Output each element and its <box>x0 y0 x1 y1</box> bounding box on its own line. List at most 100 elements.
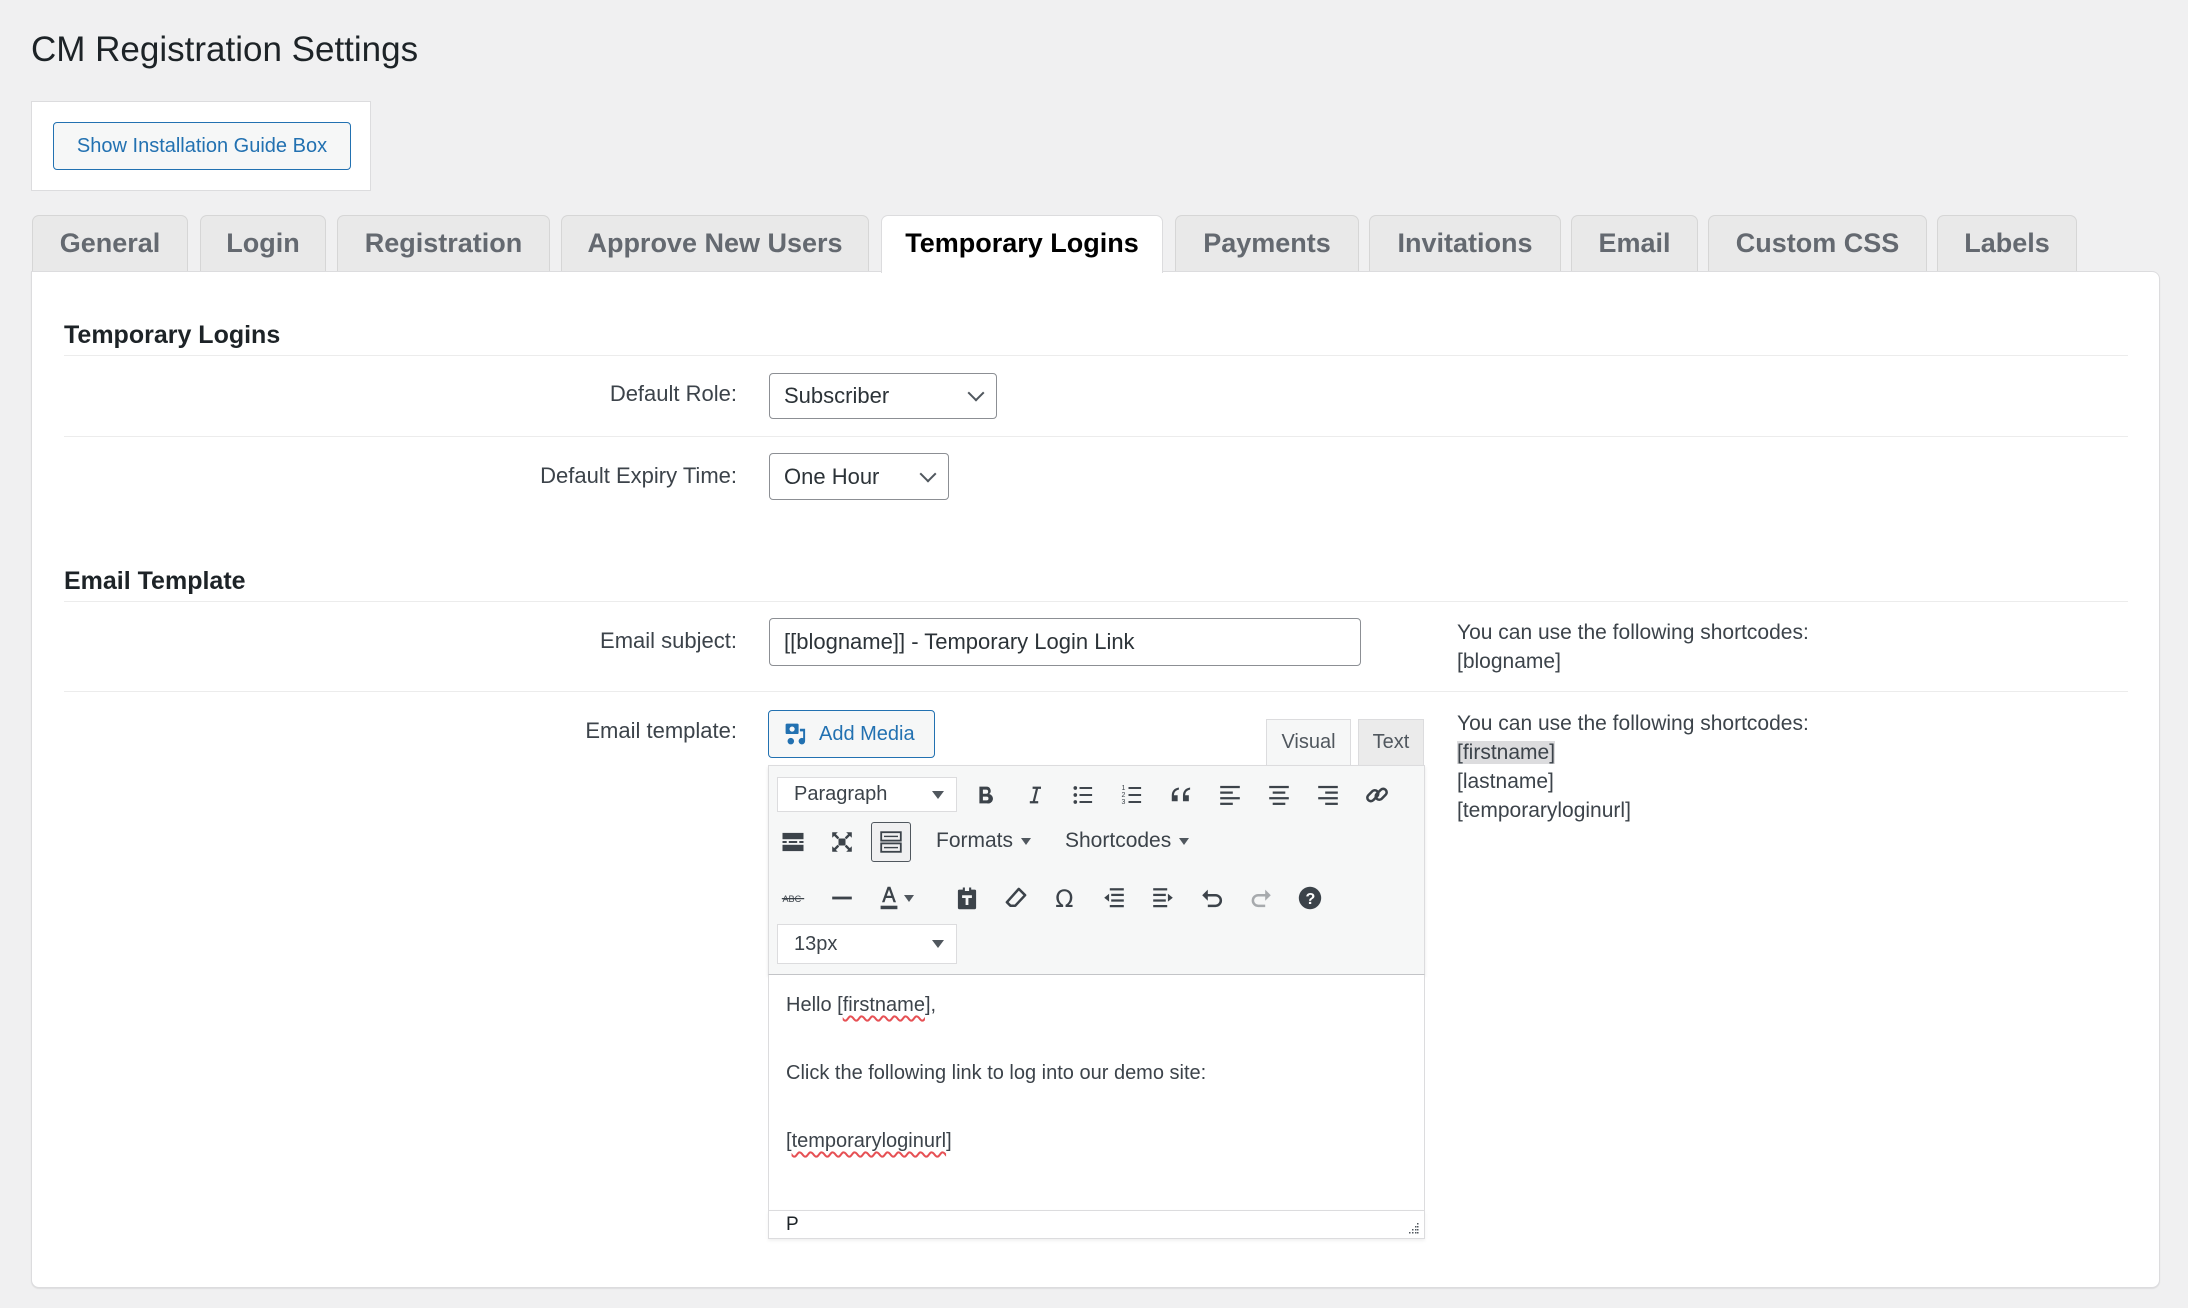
text: Hello <box>786 994 838 1016</box>
formats-menu[interactable]: Formats <box>936 829 1032 853</box>
email-subject-input[interactable]: [[blogname]] - Temporary Login Link <box>769 618 1361 666</box>
tab-label: Temporary Logins <box>905 228 1139 258</box>
font-size-select[interactable]: 13px <box>777 924 957 964</box>
link-icon[interactable] <box>1357 775 1397 815</box>
default-role-value: Subscriber <box>784 383 890 408</box>
default-expiry-value: One Hour <box>784 463 880 489</box>
horizontal-line-icon[interactable] <box>822 878 862 918</box>
shortcode-blogname: [blogname] <box>1457 650 1561 673</box>
email-template-editor[interactable]: Hello [firstname], Click the following l… <box>768 975 1425 1210</box>
tab-temporary-logins[interactable]: Temporary Logins <box>881 215 1163 273</box>
tab-payments[interactable]: Payments <box>1175 215 1359 272</box>
editor-line: Click the following link to log into our… <box>786 1062 1207 1084</box>
shortcode-text: temporaryloginurl <box>791 1130 947 1152</box>
show-installation-guide-button[interactable]: Show Installation Guide Box <box>53 122 351 170</box>
template-shortcodes-hint: You can use the following shortcodes: [f… <box>1457 709 1809 825</box>
shortcodes-menu[interactable]: Shortcodes <box>1065 829 1190 853</box>
tab-label: Visual <box>1281 731 1336 753</box>
italic-icon[interactable] <box>1014 775 1054 815</box>
default-expiry-select[interactable]: One Hour <box>769 453 949 500</box>
svg-text:3: 3 <box>1122 799 1126 806</box>
section-title-email-template: Email Template <box>64 567 246 595</box>
clear-formatting-icon[interactable] <box>996 878 1036 918</box>
editor-status-bar: P <box>768 1210 1425 1239</box>
dropdown-arrow-icon <box>932 940 944 948</box>
tab-label: Payments <box>1203 227 1331 258</box>
editor-line: Hello [firstname], <box>786 994 937 1016</box>
undo-icon[interactable] <box>1192 878 1232 918</box>
shortcode-lastname: [lastname] <box>1457 770 1554 793</box>
tab-labels[interactable]: Labels <box>1937 215 2077 272</box>
divider <box>64 601 2128 602</box>
divider <box>64 436 2128 437</box>
default-role-label: Default Role: <box>609 381 737 406</box>
special-character-icon[interactable]: Ω <box>1045 878 1085 918</box>
svg-text:2: 2 <box>1122 792 1126 799</box>
align-center-icon[interactable] <box>1259 775 1299 815</box>
fullscreen-icon[interactable] <box>822 822 862 862</box>
tab-general[interactable]: General <box>32 215 188 272</box>
default-role-select[interactable]: Subscriber <box>769 373 997 419</box>
align-left-icon[interactable] <box>1210 775 1250 815</box>
editor-line: [temporaryloginurl] <box>786 1127 1407 1156</box>
paragraph-format-select[interactable]: Paragraph <box>777 777 957 812</box>
indent-icon[interactable] <box>1143 878 1183 918</box>
bold-icon[interactable] <box>965 775 1005 815</box>
editor-toolbar: Paragraph 123 Formats Shortcodes ABC Ω ?… <box>768 765 1425 975</box>
tab-label: General <box>59 227 161 258</box>
tab-approve-new-users[interactable]: Approve New Users <box>561 215 869 272</box>
strikethrough-icon[interactable]: ABC <box>773 878 813 918</box>
resize-handle-icon[interactable] <box>1406 1221 1420 1235</box>
read-more-icon[interactable] <box>773 822 813 862</box>
align-right-icon[interactable] <box>1308 775 1348 815</box>
add-media-button[interactable]: Add Media <box>768 710 935 758</box>
divider <box>64 691 2128 692</box>
dropdown-arrow-icon <box>1021 837 1032 845</box>
section-title-temporary-logins: Temporary Logins <box>64 321 281 349</box>
format-value: Paragraph <box>794 783 888 805</box>
bullet-list-icon[interactable] <box>1063 775 1103 815</box>
paste-as-text-icon[interactable] <box>947 878 987 918</box>
subject-shortcodes-hint: You can use the following shortcodes: [b… <box>1457 618 1809 676</box>
shortcode-firstname: [firstname] <box>1457 741 1556 764</box>
tab-login[interactable]: Login <box>200 215 326 272</box>
editor-tab-text[interactable]: Text <box>1358 719 1424 765</box>
toolbar-toggle-icon[interactable] <box>871 822 911 862</box>
tab-label: Login <box>226 227 300 258</box>
email-subject-value: [[blogname]] - Temporary Login Link <box>784 629 1135 654</box>
page-title: CM Registration Settings <box>31 30 419 69</box>
tab-registration[interactable]: Registration <box>337 215 550 272</box>
text-color-dropdown-icon[interactable] <box>899 878 919 918</box>
text: , <box>930 994 937 1016</box>
default-expiry-label: Default Expiry Time: <box>540 463 737 488</box>
chevron-down-icon <box>967 384 985 402</box>
tab-label: Email <box>1598 227 1671 258</box>
blockquote-icon[interactable] <box>1161 775 1201 815</box>
email-template-label: Email template: <box>585 718 737 743</box>
editor-tab-visual[interactable]: Visual <box>1266 719 1351 765</box>
element-path[interactable]: P <box>786 1214 799 1236</box>
tab-invitations[interactable]: Invitations <box>1369 215 1561 272</box>
svg-text:?: ? <box>1306 890 1316 908</box>
help-icon[interactable]: ? <box>1290 878 1330 918</box>
hint-intro: You can use the following shortcodes: <box>1457 621 1809 644</box>
text: ] <box>946 1130 952 1152</box>
shortcodes-label: Shortcodes <box>1065 829 1172 852</box>
email-subject-label: Email subject: <box>600 628 737 653</box>
outdent-icon[interactable] <box>1094 878 1134 918</box>
numbered-list-icon[interactable]: 123 <box>1112 775 1152 815</box>
tab-email[interactable]: Email <box>1571 215 1698 272</box>
tab-label: Text <box>1372 731 1410 753</box>
svg-text:Ω: Ω <box>1055 885 1073 912</box>
installation-guide-box: Show Installation Guide Box <box>31 101 371 191</box>
tab-label: Labels <box>1964 227 2050 258</box>
add-media-icon <box>785 723 806 745</box>
redo-icon[interactable] <box>1241 878 1281 918</box>
divider <box>64 355 2128 356</box>
tab-label: Invitations <box>1397 227 1533 258</box>
add-media-label: Add Media <box>819 722 915 745</box>
dropdown-arrow-icon <box>1179 837 1190 845</box>
font-size-value: 13px <box>794 932 838 955</box>
tab-custom-css[interactable]: Custom CSS <box>1708 215 1927 272</box>
formats-label: Formats <box>936 829 1014 852</box>
